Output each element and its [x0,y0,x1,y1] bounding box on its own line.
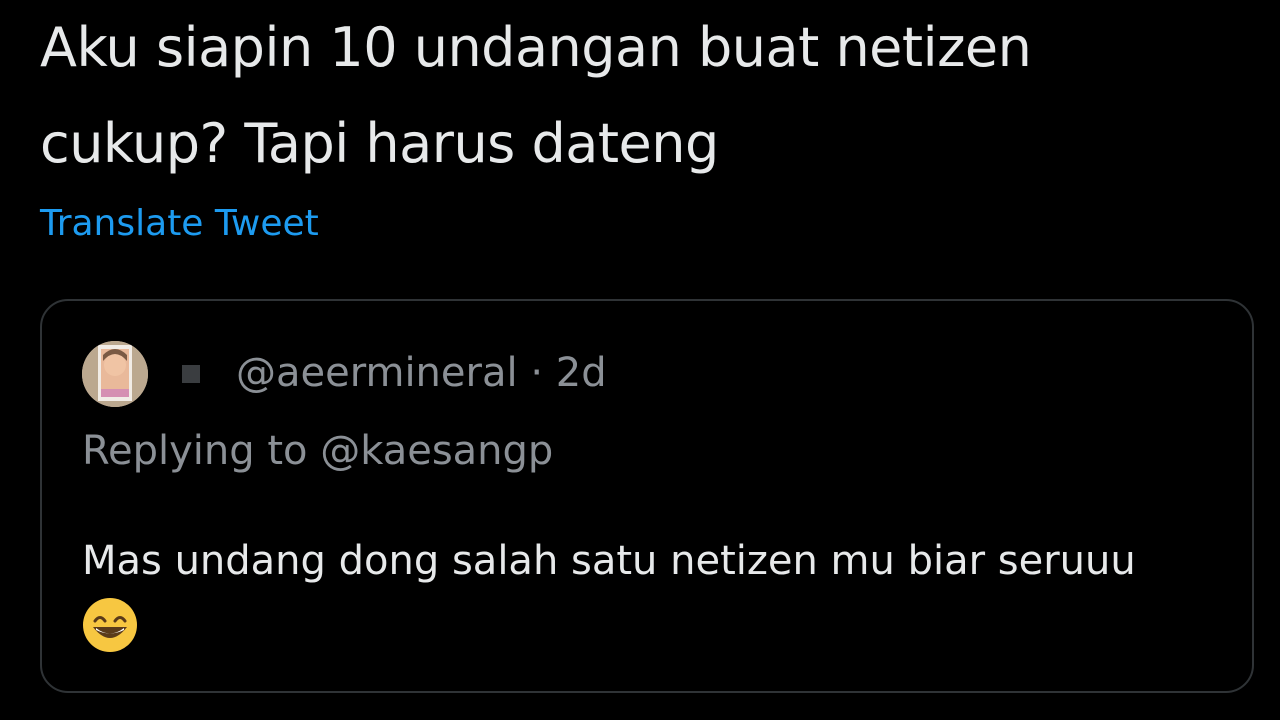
grinning-face-with-smiling-eyes-icon [83,598,137,652]
translate-tweet-link[interactable]: Translate Tweet [40,200,319,248]
header-separator: · [530,350,544,396]
quoted-tweet-header: @aeermineral · 2d [236,345,607,401]
avatar-image [82,341,148,407]
replying-to-prefix: Replying to [82,428,308,474]
avatar[interactable] [82,341,148,407]
tweet-text-line-1: Aku siapin 10 undangan buat netizen [40,16,1032,79]
tweet-text: Aku siapin 10 undangan buat netizen cuku… [40,0,1260,192]
tweet-text-line-2: cukup? Tapi harus dateng [40,112,719,175]
square-badge-icon [182,365,200,383]
quoted-tweet-card[interactable]: @aeermineral · 2d Replying to @kaesangp … [40,299,1254,693]
replying-to-line: Replying to @kaesangp [82,423,553,479]
quoted-tweet-time[interactable]: 2d [556,350,607,396]
replying-to-handle[interactable]: @kaesangp [320,428,553,474]
quoted-tweet-body: Mas undang dong salah satu netizen mu bi… [82,538,1136,584]
quoted-tweet-handle[interactable]: @aeermineral [236,350,518,396]
